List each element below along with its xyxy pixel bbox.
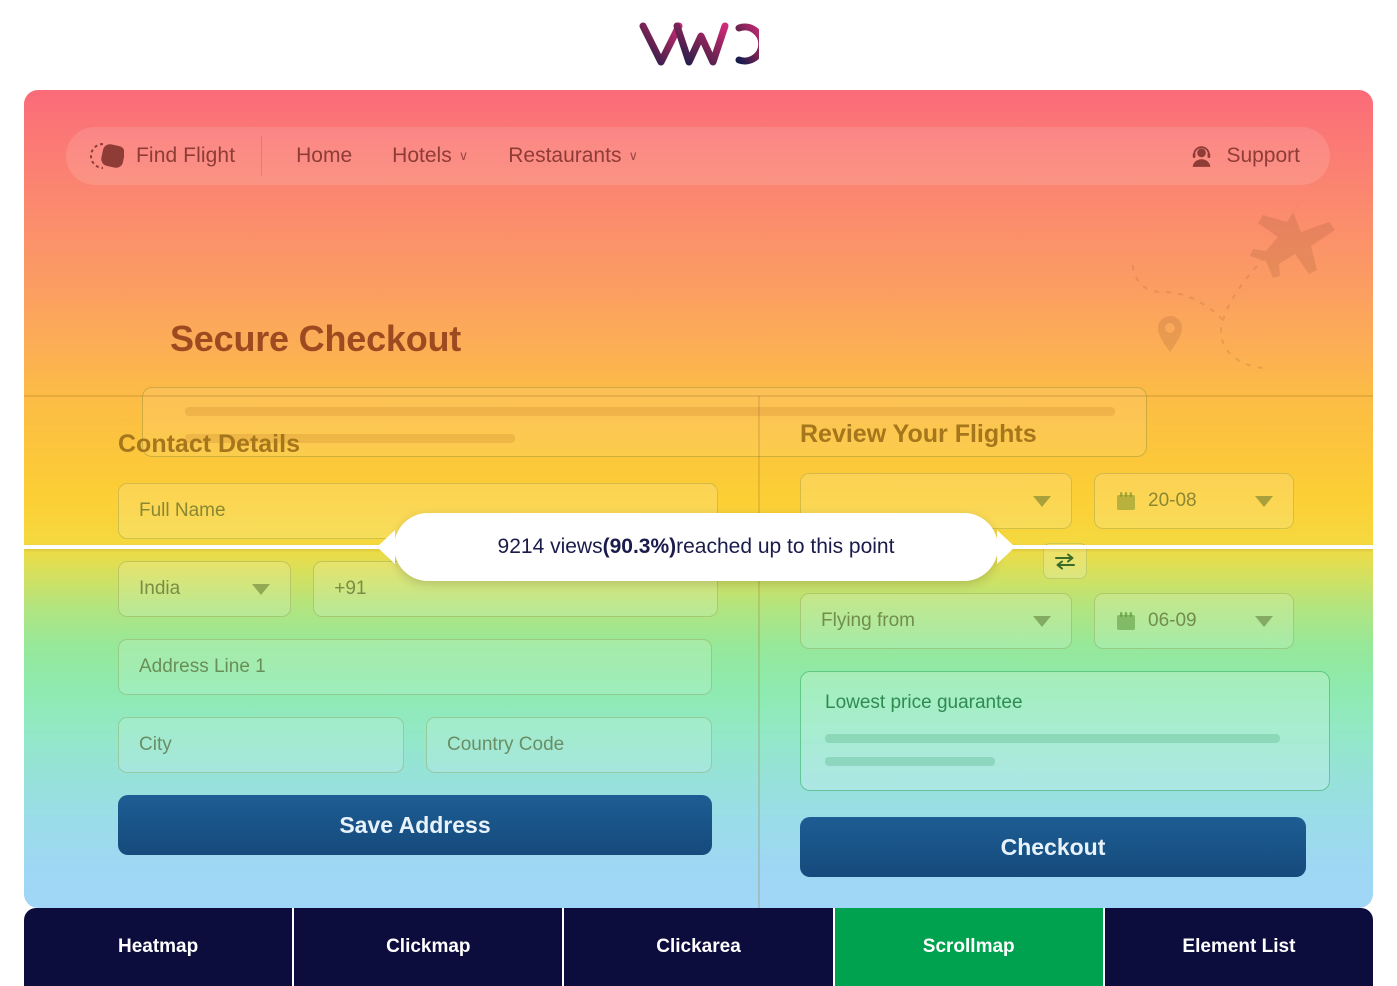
tab-element-list[interactable]: Element List [1102, 908, 1373, 986]
section-divider [24, 395, 1373, 397]
airplane-route-decoration [1131, 200, 1335, 369]
nav-item-hotels[interactable]: Hotels ∨ [392, 144, 468, 168]
lowest-price-guarantee-card: Lowest price guarantee [800, 671, 1330, 791]
save-address-button[interactable]: Save Address [118, 795, 712, 855]
tooltip-suffix-text: reached up to this point [676, 535, 895, 558]
brand-link[interactable]: Find Flight [66, 136, 263, 176]
nav-item-hotels-label: Hotels [392, 144, 452, 167]
guarantee-title: Lowest price guarantee [825, 692, 1023, 713]
calendar-icon [1117, 492, 1135, 510]
tab-heatmap[interactable]: Heatmap [24, 908, 292, 986]
return-date-select[interactable]: 06-09 [1094, 593, 1294, 649]
page-title: Secure Checkout [170, 318, 462, 359]
flying-from-select[interactable]: Flying from [800, 593, 1072, 649]
tab-scrollmap-label: Scrollmap [922, 936, 1015, 957]
scroll-depth-tooltip: 9214 views (90.3%) reached up to this po… [394, 513, 998, 581]
country-select-value: India [139, 578, 181, 599]
save-address-label: Save Address [339, 811, 491, 838]
country-code-input[interactable]: Country Code [426, 717, 712, 773]
flying-from-row: Flying from 06-09 [800, 593, 1330, 649]
depart-date-select[interactable]: 20-08 [1094, 473, 1294, 529]
flying-from-placeholder: Flying from [821, 610, 915, 631]
app-header [0, 0, 1397, 88]
nav-item-home[interactable]: Home [296, 144, 352, 168]
swap-arrows-icon [1055, 553, 1075, 570]
phone-code-placeholder: +91 [334, 578, 367, 599]
brand-label: Find Flight [136, 144, 236, 167]
tab-clickmap-label: Clickmap [386, 936, 471, 957]
support-label: Support [1226, 144, 1300, 167]
review-flights-section: Review Your Flights 20-08 Flying from 06… [800, 420, 1330, 877]
placeholder-bar [825, 734, 1280, 743]
chevron-down-icon [1033, 495, 1051, 507]
scrollmap-page-preview: Find Flight Home Hotels ∨ Restaurants ∨ [24, 90, 1373, 908]
checkout-button[interactable]: Checkout [800, 817, 1306, 877]
placeholder-bar [825, 757, 995, 766]
tab-clickmap[interactable]: Clickmap [292, 908, 562, 986]
calendar-icon [1117, 612, 1135, 630]
tab-scrollmap[interactable]: Scrollmap [832, 908, 1103, 986]
chevron-down-icon [252, 583, 271, 595]
city-input[interactable]: City [118, 717, 404, 773]
chevron-down-icon [1033, 615, 1051, 627]
country-code-placeholder: Country Code [447, 734, 565, 755]
tab-heatmap-label: Heatmap [117, 936, 199, 957]
flight-diamond-icon [90, 143, 124, 169]
contact-details-title: Contact Details [118, 430, 300, 458]
full-name-placeholder: Full Name [139, 500, 226, 521]
tab-element-list-label: Element List [1182, 936, 1296, 957]
nav-item-restaurants-label: Restaurants [508, 144, 622, 167]
nav-links: Home Hotels ∨ Restaurants ∨ [262, 144, 638, 168]
tab-clickarea-label: Clickarea [656, 936, 741, 957]
support-link[interactable]: Support [1189, 144, 1330, 169]
chevron-down-icon [1255, 495, 1273, 507]
review-flights-title: Review Your Flights [800, 420, 1037, 448]
tooltip-views-text: 9214 views [497, 535, 603, 558]
nav-item-home-label: Home [296, 144, 353, 167]
nav-item-restaurants[interactable]: Restaurants ∨ [508, 144, 638, 168]
placeholder-bar [185, 407, 1115, 416]
vwo-logo [639, 22, 759, 66]
chevron-down-icon: ∨ [458, 148, 469, 163]
depart-date-value: 20-08 [1148, 490, 1197, 511]
city-country-row: City Country Code [118, 717, 718, 773]
headset-agent-icon [1193, 145, 1211, 167]
contact-details-section: Contact Details Full Name India +91 Addr… [118, 430, 718, 855]
chevron-down-icon: ∨ [628, 148, 638, 163]
tooltip-percent: (90.3%) [602, 535, 677, 558]
column-divider [758, 396, 760, 908]
chevron-down-icon [1255, 615, 1273, 627]
city-placeholder: City [139, 734, 172, 755]
return-date-value: 06-09 [1148, 610, 1197, 631]
checkout-label: Checkout [1000, 833, 1106, 860]
tab-clickarea[interactable]: Clickarea [562, 908, 832, 986]
country-select[interactable]: India [118, 561, 292, 617]
address-line-1-placeholder: Address Line 1 [139, 656, 266, 677]
site-navbar: Find Flight Home Hotels ∨ Restaurants ∨ [66, 127, 1330, 185]
heatmap-mode-tabbar: Heatmap Clickmap Clickarea Scrollmap Ele… [24, 908, 1373, 986]
address-line-1-input[interactable]: Address Line 1 [118, 639, 712, 695]
